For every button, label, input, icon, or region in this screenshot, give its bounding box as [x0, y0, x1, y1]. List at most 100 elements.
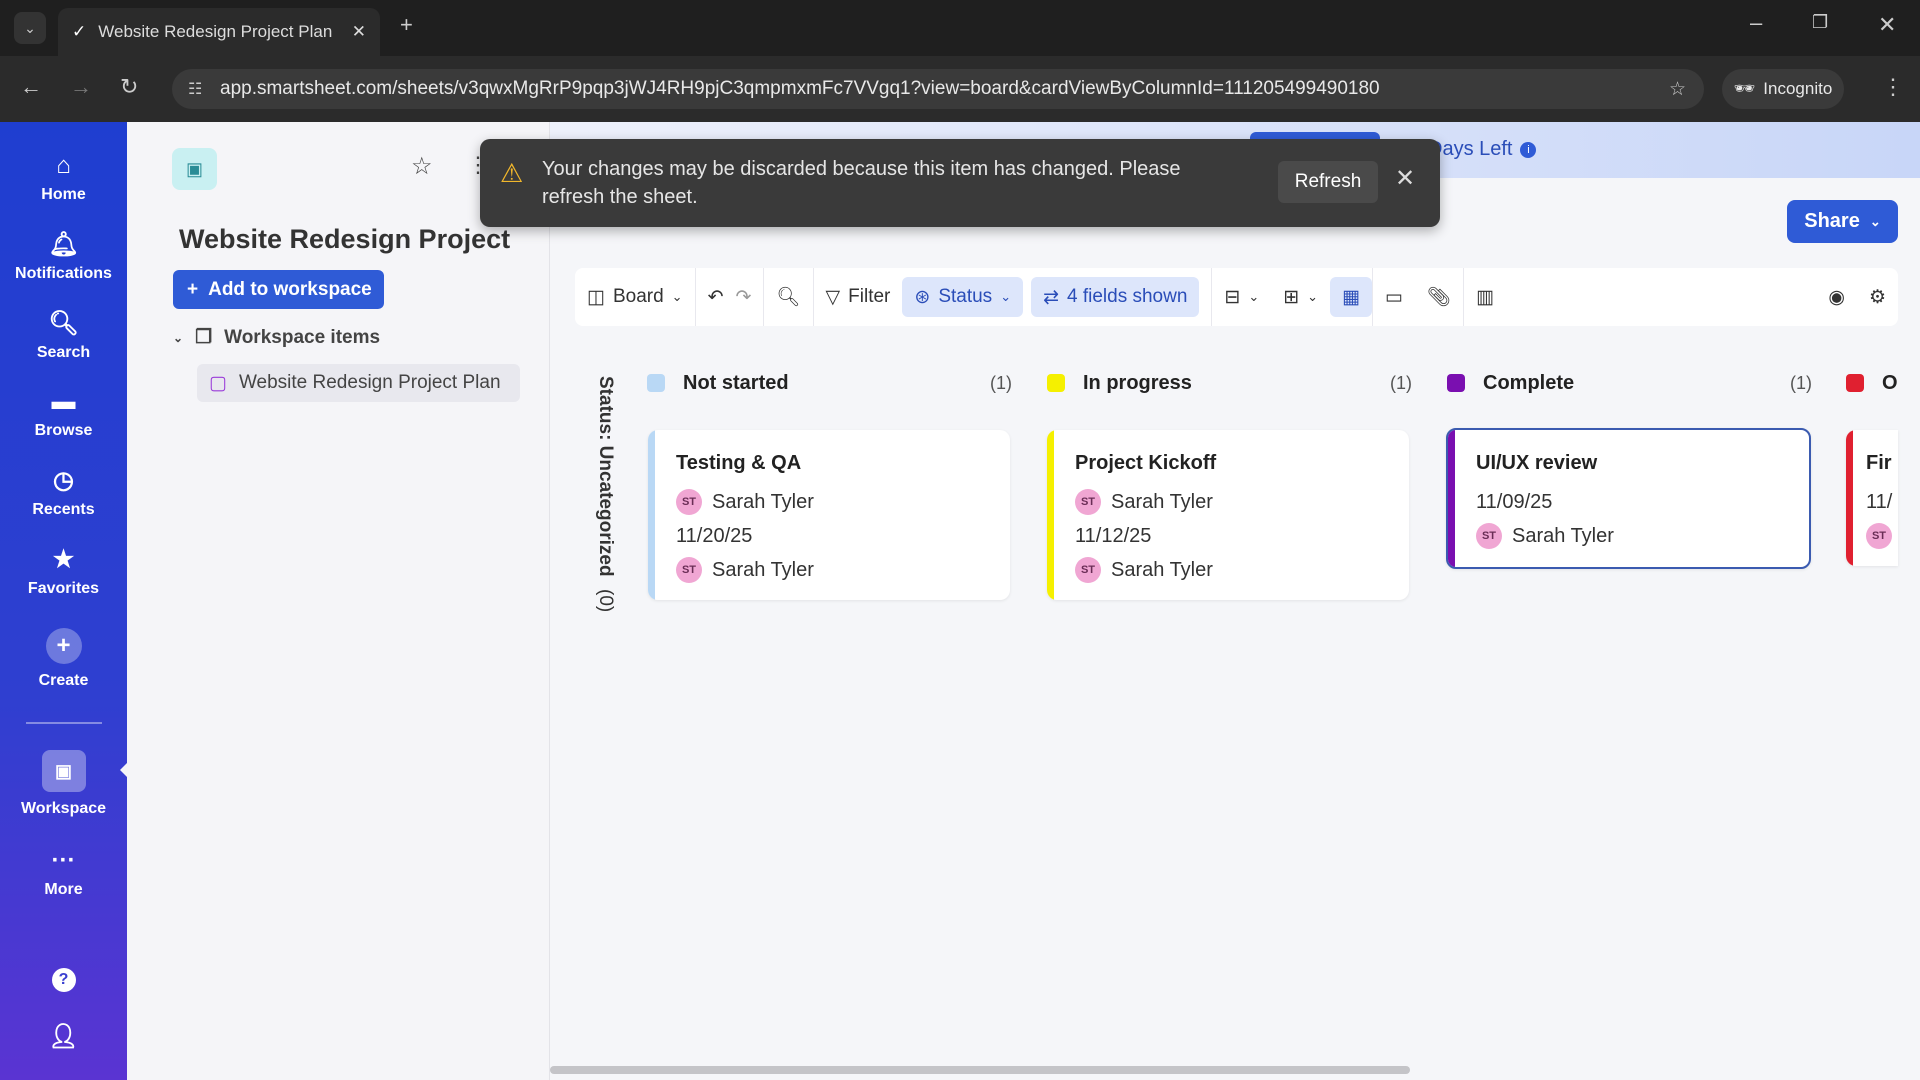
nav-divider	[26, 722, 102, 724]
close-window-button[interactable]: ✕	[1878, 12, 1896, 38]
card-size-button[interactable]: ⊟ ⌄	[1212, 277, 1271, 317]
activity-button[interactable]: ◉	[1816, 277, 1857, 317]
attachments-button[interactable]: 📎︎	[1415, 277, 1463, 317]
profile-button[interactable]: 👤︎	[0, 1022, 127, 1057]
clock-icon: ◷	[53, 467, 74, 494]
item-label: Website Redesign Project Plan	[238, 372, 501, 393]
table-icon: ▦	[1342, 286, 1361, 308]
nav-search[interactable]: 🔍︎ Search	[0, 309, 127, 362]
column-name: O	[1882, 371, 1898, 394]
nav-favorites[interactable]: ★ Favorites	[0, 545, 127, 598]
url-field[interactable]: ☷ app.smartsheet.com/sheets/v3qwxMgRrP9p…	[172, 69, 1704, 109]
incognito-badge[interactable]: 🕶 Incognito	[1722, 69, 1844, 109]
undo-button[interactable]: ↶	[696, 277, 736, 317]
browser-tab[interactable]: ✓ Website Redesign Project Plan ✕	[58, 8, 380, 56]
reload-button[interactable]: ↻	[120, 74, 138, 100]
chevron-down-icon: ⌄	[1000, 289, 1012, 304]
settings-button[interactable]: ⚙	[1857, 277, 1898, 317]
chevron-down-icon: ⌄	[671, 289, 683, 304]
more-icon: ···	[51, 847, 76, 874]
column-name: In progress	[1083, 371, 1192, 394]
close-icon[interactable]: ✕	[1395, 165, 1415, 193]
comments-button[interactable]: ▭	[1373, 277, 1415, 317]
site-info-icon[interactable]: ☷	[188, 79, 202, 99]
nav-workspace[interactable]: ▣ Workspace	[0, 750, 127, 818]
add-to-workspace-button[interactable]: + Add to workspace	[173, 270, 384, 309]
nav-notifications[interactable]: 🔔︎ Notifications	[0, 230, 127, 283]
lane-label: Status: Uncategorized	[595, 376, 616, 577]
card-ui-ux-review[interactable]: UI/UX review 11/09/25 ST Sarah Tyler	[1446, 428, 1811, 569]
nav-label: More	[44, 881, 83, 898]
sheet-icon: ▢	[209, 372, 227, 394]
assignee: Sarah Tyler	[1512, 524, 1614, 547]
restore-button[interactable]: ❐	[1812, 12, 1828, 33]
uncategorized-lane[interactable]: Status: Uncategorized (0)	[586, 376, 616, 636]
nav-browse[interactable]: ▬ Browse	[0, 388, 127, 440]
card-testing-qa[interactable]: Testing & QA ST Sarah Tyler 11/20/25 ST Sa…	[648, 430, 1010, 600]
incognito-icon: 🕶	[1733, 79, 1756, 98]
nav-create[interactable]: + Create	[0, 628, 127, 690]
redo-icon: ↷	[735, 286, 752, 308]
due-date: 11/	[1866, 490, 1893, 513]
search-button[interactable]: 🔍︎	[764, 277, 812, 317]
plus-icon: +	[45, 628, 82, 664]
days-left-label: Days Left	[1428, 138, 1513, 160]
fields-shown-button[interactable]: ⇄ 4 fields shown	[1031, 277, 1200, 317]
refresh-button[interactable]: Refresh	[1278, 161, 1378, 203]
nav-label: Browse	[34, 422, 93, 439]
view-selector[interactable]: ◫ Board ⌄	[575, 277, 695, 317]
bookmark-star-icon[interactable]: ☆	[1669, 78, 1686, 101]
column-name: Not started	[683, 371, 789, 394]
workspace-item-sheet[interactable]: ▢ Website Redesign Project Plan	[197, 364, 520, 402]
chevron-down-icon: ⌄	[1248, 289, 1260, 304]
minimize-button[interactable]: –	[1750, 10, 1762, 36]
chevron-down-icon: ⌄	[173, 330, 184, 345]
share-label: Share	[1804, 210, 1860, 232]
horizontal-scrollbar[interactable]	[550, 1066, 1410, 1074]
table-view-button[interactable]: ▦	[1330, 277, 1373, 317]
forward-button[interactable]: →	[70, 74, 92, 100]
add-label: Add to workspace	[208, 278, 372, 300]
column-header-complete[interactable]: Complete (1)	[1447, 370, 1812, 396]
undo-icon: ↶	[707, 286, 724, 308]
column-header-not-started[interactable]: Not started (1)	[647, 370, 1012, 396]
home-icon: ⌂	[56, 152, 71, 179]
nav-home[interactable]: ⌂ Home	[0, 152, 127, 204]
fields-label: 4 fields shown	[1067, 286, 1188, 307]
favorite-star-icon[interactable]: ☆	[411, 152, 433, 181]
assignee: Sarah Tyler	[712, 558, 814, 581]
days-left[interactable]: Days Left i	[1428, 138, 1537, 161]
chart-icon: ▥	[1476, 286, 1495, 308]
nav-label: Favorites	[27, 580, 100, 597]
status-color-swatch	[1047, 374, 1065, 392]
column-header-partial[interactable]: O	[1846, 370, 1920, 396]
left-navigation: ⌂ Home 🔔︎ Notifications 🔍︎ Search ▬ Browse ◷…	[0, 122, 128, 1080]
layout-button[interactable]: ⊞ ⌄	[1271, 277, 1330, 317]
filter-button[interactable]: ▽ Filter	[814, 277, 903, 317]
card-title: Fir	[1866, 452, 1892, 474]
group-by-button[interactable]: ⊛ Status ⌄	[902, 277, 1024, 317]
summary-button[interactable]: ▥	[1464, 277, 1506, 317]
new-tab-button[interactable]: +	[400, 12, 413, 38]
back-button[interactable]: ←	[20, 74, 42, 100]
nav-more[interactable]: ··· More	[0, 847, 127, 899]
card-project-kickoff[interactable]: Project Kickoff ST Sarah Tyler 11/12/25 S…	[1047, 430, 1409, 600]
nav-recents[interactable]: ◷ Recents	[0, 466, 127, 519]
redo-button[interactable]: ↷	[735, 277, 763, 317]
toast-message: Your changes may be discarded because th…	[542, 158, 1181, 208]
workspace-icon: ▣	[41, 750, 86, 792]
share-button[interactable]: Share ⌄	[1787, 200, 1898, 243]
help-button[interactable]: ?	[0, 968, 127, 992]
browser-menu-icon[interactable]: ⋮	[1882, 74, 1904, 100]
workspace-items-toggle[interactable]: ⌄ ❐ Workspace items	[173, 326, 380, 349]
avatar: ST	[1476, 523, 1502, 549]
incognito-label: Incognito	[1763, 79, 1833, 98]
lanes-icon: ⊛	[914, 286, 931, 308]
column-count: (1)	[1790, 372, 1812, 393]
card-partial[interactable]: Fir 11/ ST	[1846, 430, 1898, 566]
nav-label: Recents	[32, 501, 95, 518]
status-bar	[1846, 430, 1853, 566]
close-tab-icon[interactable]: ✕	[352, 22, 366, 42]
column-header-in-progress[interactable]: In progress (1)	[1047, 370, 1412, 396]
tab-list-button[interactable]: ⌄	[14, 12, 46, 44]
